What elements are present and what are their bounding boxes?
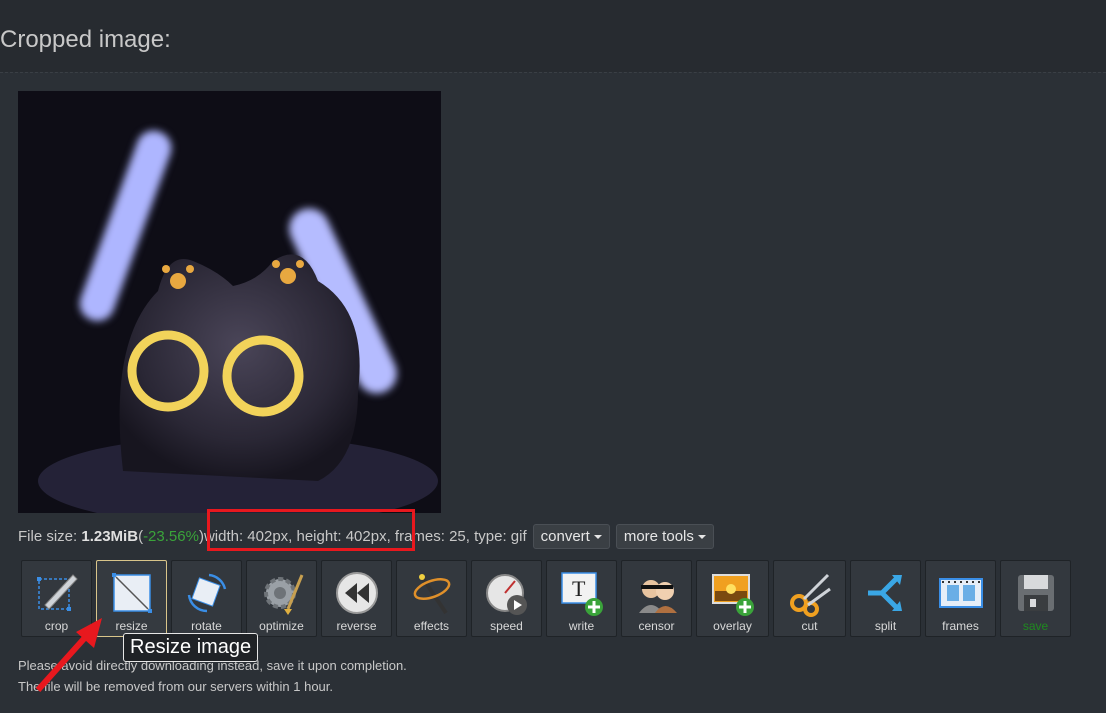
- rotate-icon: [187, 573, 226, 613]
- file-size-label: File size:: [18, 527, 78, 545]
- red-arrow-annotation-icon: [35, 618, 102, 693]
- tool-label: write: [568, 619, 595, 633]
- speed-icon: [485, 574, 527, 615]
- tool-label: reverse: [336, 619, 377, 633]
- more-tools-label: more tools: [623, 527, 694, 545]
- tool-reverse[interactable]: reverse: [321, 560, 392, 637]
- convert-dropdown[interactable]: convert: [532, 523, 610, 549]
- effects-icon: [413, 574, 450, 615]
- tool-split[interactable]: split: [850, 560, 921, 637]
- tool-label: censor: [638, 619, 675, 633]
- tool-effects[interactable]: effects: [396, 560, 467, 637]
- convert-label: convert: [540, 527, 590, 545]
- gif-preview-image: [18, 91, 441, 513]
- tool-write[interactable]: T write: [546, 560, 617, 637]
- tool-label: overlay: [713, 619, 752, 633]
- tool-overlay[interactable]: overlay: [696, 560, 769, 637]
- preview-illustration: [18, 91, 441, 513]
- tool-bar: crop resize rotate optimize reverse effe…: [21, 560, 1071, 638]
- tool-label: cut: [801, 619, 818, 633]
- reverse-icon: [335, 572, 378, 614]
- tool-label: optimize: [259, 619, 304, 633]
- tool-speed[interactable]: speed: [471, 560, 542, 637]
- floppy-save-icon: [1017, 575, 1054, 611]
- tool-label: split: [874, 619, 897, 633]
- dimensions-highlight-box: [207, 509, 415, 551]
- overlay-icon: [711, 574, 754, 616]
- tool-label: speed: [490, 619, 523, 633]
- censor-icon: [638, 580, 677, 613]
- page-title: Cropped image:: [0, 26, 171, 53]
- more-tools-dropdown[interactable]: more tools: [615, 523, 714, 549]
- svg-text:T: T: [572, 576, 586, 601]
- write-icon: T: [560, 572, 603, 616]
- scissors-icon: [789, 573, 831, 617]
- tool-save[interactable]: save: [1000, 560, 1071, 637]
- film-frames-icon: [938, 578, 983, 608]
- tool-frames[interactable]: frames: [925, 560, 996, 637]
- caret-down-icon: [593, 534, 602, 539]
- size-change-percent: -23.56%: [143, 527, 199, 545]
- optimize-icon: [263, 574, 303, 615]
- split-icon: [867, 575, 902, 611]
- resize-tooltip: Resize image: [123, 633, 259, 662]
- tool-optimize[interactable]: optimize: [246, 560, 317, 637]
- caret-down-icon: [697, 534, 706, 539]
- tool-label: save: [1022, 619, 1049, 633]
- tool-label: frames: [942, 619, 979, 633]
- tool-censor[interactable]: censor: [621, 560, 692, 637]
- tool-rotate[interactable]: rotate: [171, 560, 242, 637]
- file-size-value: 1.23MiB: [81, 527, 139, 545]
- tool-label: effects: [413, 619, 450, 633]
- tool-label: rotate: [191, 619, 222, 633]
- tool-cut[interactable]: cut: [773, 560, 846, 637]
